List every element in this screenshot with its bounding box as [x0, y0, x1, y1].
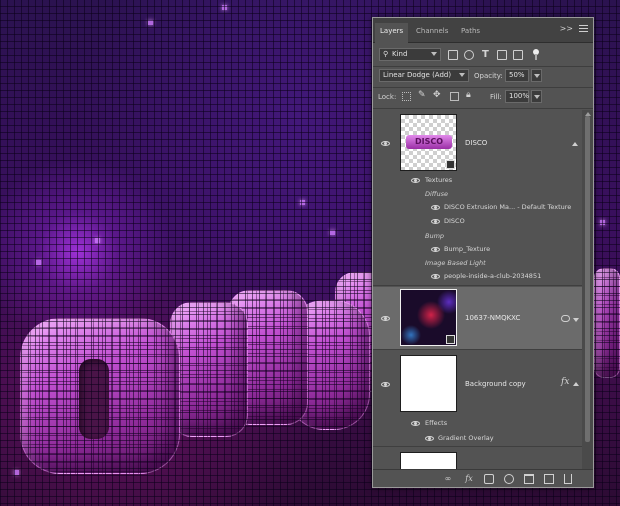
layer-background-copy[interactable]: Background copy fx Effects Gradient Over…: [373, 351, 582, 447]
new-layer-icon[interactable]: [544, 474, 554, 484]
visibility-eye-icon[interactable]: [431, 205, 440, 210]
layer-name[interactable]: DISCO: [465, 139, 487, 147]
disco-letter-d: [20, 318, 180, 474]
layer-thumbnail: DISCO: [400, 114, 457, 171]
lock-transparent-icon[interactable]: [402, 92, 411, 101]
light-dot: [95, 238, 100, 243]
bump-label: Bump: [425, 232, 445, 240]
lock-row: Lock: ✎ ✥ 🔒︎ Fill: 100%: [373, 90, 593, 105]
group-icon[interactable]: [524, 474, 534, 484]
trash-icon[interactable]: [564, 474, 572, 484]
textures-label: Textures: [425, 176, 453, 184]
lock-all-icon[interactable]: 🔒︎: [466, 90, 471, 100]
light-dot: [14, 470, 19, 475]
visibility-eye-icon[interactable]: [431, 274, 440, 279]
letter-d-hole: [79, 359, 109, 439]
layers-bottom-toolbar: ∞ fx: [373, 469, 593, 487]
smart-object-filter-icon[interactable]: [513, 50, 523, 60]
3d-badge-icon: [446, 160, 455, 169]
opacity-dropdown[interactable]: [531, 69, 542, 82]
visibility-eye-icon[interactable]: [381, 316, 390, 321]
adjustment-filter-icon[interactable]: [464, 50, 474, 60]
disco-letter-i: [228, 290, 308, 425]
layer-10637-nmqkxc[interactable]: 10637-NMQKXC: [373, 287, 582, 350]
light-dot: [222, 5, 227, 10]
tab-layers[interactable]: Layers: [375, 23, 409, 43]
layer-name[interactable]: Background copy: [465, 380, 526, 388]
tab-channels[interactable]: Channels: [411, 23, 453, 43]
visibility-eye-icon[interactable]: [411, 421, 420, 426]
light-dot: [600, 220, 605, 225]
kind-label: Kind: [392, 50, 408, 58]
ibl-label: Image Based Light: [425, 259, 486, 267]
fill-label: Fill:: [490, 93, 502, 101]
scroll-thumb[interactable]: [585, 116, 590, 442]
pixel-filter-icon[interactable]: [448, 50, 458, 60]
layer-list: DISCO DISCO Textures Diffuse DISCO Extru…: [373, 110, 582, 470]
expand-arrow-icon[interactable]: [573, 318, 579, 322]
effects-label: Effects: [425, 419, 448, 427]
search-icon: ⚲: [383, 50, 389, 58]
texture-item[interactable]: Bump_Texture: [444, 245, 490, 253]
light-dot: [330, 230, 335, 235]
lock-label: Lock:: [378, 93, 397, 101]
smart-filter-icon[interactable]: [561, 315, 570, 322]
fx-icon[interactable]: fx: [464, 474, 474, 484]
panel-collapse-arrows[interactable]: >>: [560, 24, 573, 33]
texture-item[interactable]: DISCO Extrusion Ma... - Default Texture: [444, 203, 571, 211]
disco-letter-i-back: [170, 302, 248, 437]
layer-list-scrollbar[interactable]: [582, 110, 593, 470]
layer-thumbnail: [400, 452, 457, 470]
link-icon[interactable]: ∞: [443, 474, 453, 484]
fx-icon[interactable]: fx: [561, 377, 569, 387]
blend-row: Linear Dodge (Add) Opacity: 50%: [373, 69, 593, 84]
lock-move-icon[interactable]: ✥: [433, 90, 441, 100]
tab-paths[interactable]: Paths: [456, 23, 485, 43]
disco-thumb-text: DISCO: [406, 135, 452, 149]
light-dot: [36, 260, 41, 265]
layer-background[interactable]: [373, 448, 582, 470]
mask-icon[interactable]: [484, 474, 494, 484]
adjustment-icon[interactable]: [504, 474, 514, 484]
opacity-label: Opacity:: [474, 72, 503, 80]
visibility-eye-icon[interactable]: [425, 436, 434, 441]
filter-row: ⚲ Kind T: [373, 48, 593, 63]
smart-object-badge-icon: [446, 335, 455, 344]
blend-mode-value: Linear Dodge (Add): [383, 71, 452, 79]
disco-letter-o-edge: [594, 268, 620, 378]
kind-filter-select[interactable]: ⚲ Kind: [379, 48, 441, 61]
visibility-eye-icon[interactable]: [411, 178, 420, 183]
light-dot: [300, 200, 305, 205]
fill-dropdown[interactable]: [531, 90, 542, 103]
visibility-eye-icon[interactable]: [381, 141, 390, 146]
collapse-arrow-icon[interactable]: [572, 142, 578, 146]
opacity-input[interactable]: 50%: [505, 69, 529, 82]
fill-input[interactable]: 100%: [505, 90, 529, 103]
layers-panel: Layers Channels Paths >> ⚲ Kind T Linear…: [372, 17, 594, 488]
layer-thumbnail: [400, 289, 457, 346]
texture-item[interactable]: DISCO: [444, 217, 465, 225]
diffuse-label: Diffuse: [425, 190, 449, 198]
layer-thumbnail: [400, 355, 457, 412]
collapse-arrow-icon[interactable]: [573, 382, 579, 386]
panel-menu-icon[interactable]: [579, 23, 588, 34]
blend-mode-select[interactable]: Linear Dodge (Add): [379, 69, 469, 82]
layer-disco[interactable]: DISCO DISCO Textures Diffuse DISCO Extru…: [373, 110, 582, 286]
visibility-eye-icon[interactable]: [381, 382, 390, 387]
visibility-eye-icon[interactable]: [431, 247, 440, 252]
texture-item[interactable]: people-inside-a-club-2034851: [444, 272, 541, 280]
light-dot: [148, 20, 153, 25]
lock-artboard-icon[interactable]: [450, 92, 459, 101]
lock-paint-icon[interactable]: ✎: [418, 90, 426, 100]
effect-item[interactable]: Gradient Overlay: [438, 434, 494, 442]
shape-filter-icon[interactable]: [497, 50, 507, 60]
type-filter-icon[interactable]: T: [482, 49, 489, 60]
layer-name[interactable]: 10637-NMQKXC: [465, 314, 520, 322]
panel-tabbar: Layers Channels Paths >>: [373, 18, 593, 43]
visibility-eye-icon[interactable]: [431, 219, 440, 224]
disco-letter-s: [288, 300, 370, 430]
